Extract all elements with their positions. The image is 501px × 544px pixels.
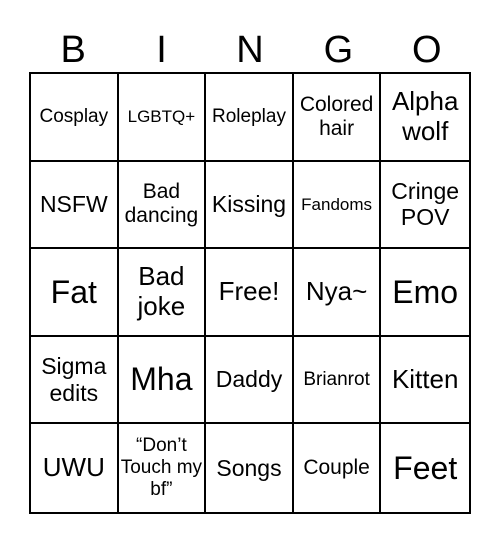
bingo-cell[interactable]: UWU [31, 424, 119, 512]
bingo-cell[interactable]: Songs [206, 424, 294, 512]
bingo-cell[interactable]: Couple [294, 424, 382, 512]
free-space-cell[interactable]: Free! [206, 249, 294, 337]
bingo-cell[interactable]: Fandoms [293, 161, 382, 250]
bingo-cell[interactable]: Daddy [206, 336, 294, 425]
bingo-cell[interactable]: Sigma edits [31, 336, 119, 425]
bingo-cell[interactable]: Alpha wolf [381, 74, 469, 162]
header-letter-i: I [156, 29, 167, 71]
bingo-cell[interactable]: Bad joke [118, 249, 207, 337]
bingo-cell[interactable]: Colored hair [293, 74, 382, 162]
header-letter-b: B [60, 29, 86, 71]
bingo-cell[interactable]: Cosplay [31, 74, 119, 162]
bingo-cell[interactable]: Emo [381, 249, 469, 337]
header-letter-o: O [411, 29, 442, 71]
header-letter-n: N [236, 29, 264, 71]
bingo-cell[interactable]: LGBTQ+ [118, 74, 207, 162]
bingo-header: B I N G O [29, 30, 471, 70]
bingo-cell[interactable]: Kitten [381, 337, 469, 425]
bingo-cell[interactable]: Feet [381, 424, 469, 512]
bingo-cell[interactable]: Kissing [206, 161, 294, 250]
bingo-cell[interactable]: Bad dancing [118, 161, 207, 250]
bingo-cell[interactable]: Brianrot [293, 336, 382, 425]
bingo-grid: Cosplay LGBTQ+ Roleplay Colored hair Alp… [29, 72, 471, 514]
bingo-cell[interactable]: Mha [118, 336, 207, 425]
bingo-cell[interactable]: Cringe POV [381, 162, 469, 250]
bingo-cell[interactable]: NSFW [31, 161, 119, 250]
bingo-cell[interactable]: Roleplay [206, 74, 294, 162]
bingo-cell[interactable]: Fat [31, 249, 119, 337]
bingo-cell[interactable]: “Don’t Touch my bf” [119, 424, 207, 512]
bingo-cell[interactable]: Nya~ [293, 249, 382, 337]
header-letter-g: G [323, 29, 354, 71]
